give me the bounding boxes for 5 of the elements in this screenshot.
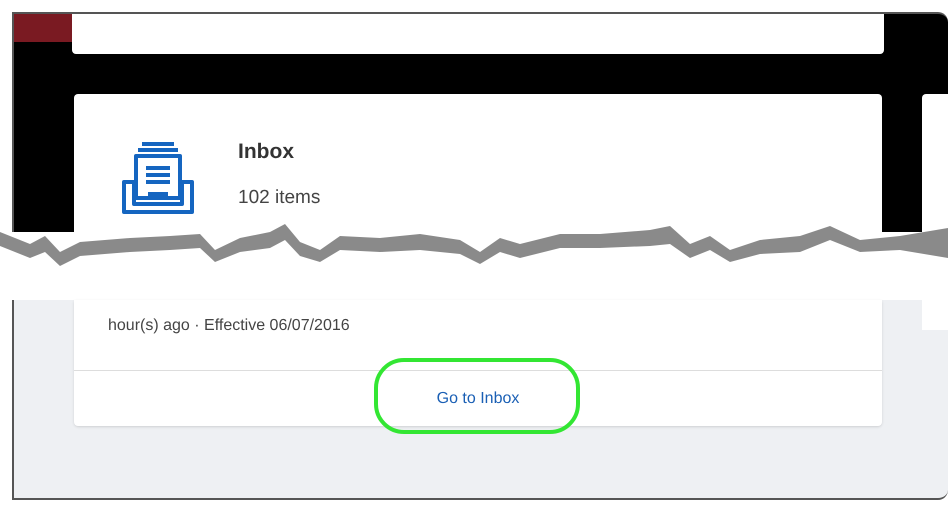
card-title: Inbox [238, 139, 295, 165]
background-banner [14, 14, 72, 42]
item-meta: hour(s) ago · Effective 06/07/2016 [108, 316, 350, 336]
item-count: 102 items [238, 186, 320, 210]
go-to-inbox-link[interactable]: Go to Inbox [436, 386, 520, 410]
